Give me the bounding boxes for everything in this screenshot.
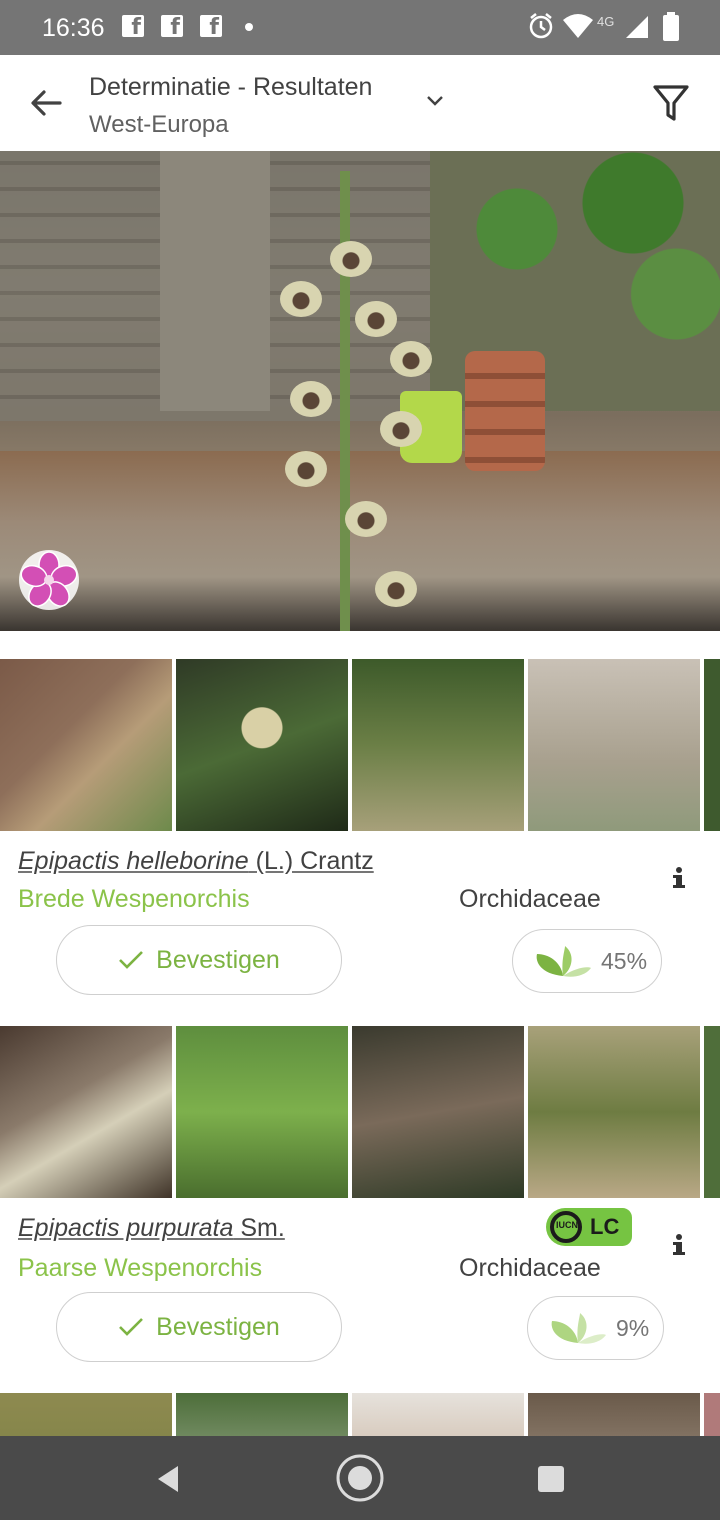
nav-back-icon[interactable] <box>154 1464 182 1494</box>
match-score-badge[interactable]: 45% <box>512 929 663 993</box>
confirm-button[interactable]: Bevestigen <box>56 1292 342 1362</box>
check-icon <box>119 951 144 969</box>
more-notifications-icon <box>245 23 253 31</box>
species-thumbnail[interactable] <box>0 1393 172 1436</box>
flower-organ-icon[interactable] <box>18 549 80 611</box>
species-thumbnail[interactable] <box>528 1026 700 1198</box>
alarm-icon <box>529 13 553 39</box>
battery-icon <box>663 12 679 41</box>
leaf-score-icon <box>536 946 591 977</box>
thumbnail-strip[interactable] <box>0 1026 720 1198</box>
species-thumbnail[interactable] <box>704 1026 720 1198</box>
iucn-status-badge[interactable]: IUCN LC <box>546 1208 632 1246</box>
confirm-button[interactable]: Bevestigen <box>56 925 342 995</box>
system-nav-bar <box>0 1436 720 1520</box>
species-thumbnail[interactable] <box>352 1026 524 1198</box>
page-title[interactable]: Determinatie - Resultaten <box>89 73 372 102</box>
info-icon[interactable] <box>670 867 688 889</box>
species-thumbnail[interactable] <box>704 659 720 831</box>
arrow-back-icon[interactable] <box>26 83 66 123</box>
nav-home-icon[interactable] <box>335 1453 385 1503</box>
species-thumbnail[interactable] <box>176 1393 348 1436</box>
submitted-photo[interactable] <box>0 151 720 631</box>
species-thumbnail[interactable] <box>352 1393 524 1436</box>
species-thumbnail[interactable] <box>176 659 348 831</box>
result-card[interactable] <box>0 1393 720 1436</box>
species-thumbnail[interactable] <box>176 1026 348 1198</box>
network-type: 4G <box>597 14 615 29</box>
species-thumbnail[interactable] <box>528 1393 700 1436</box>
species-thumbnail[interactable] <box>0 1026 172 1198</box>
species-thumbnail[interactable] <box>704 1393 720 1436</box>
species-thumbnail[interactable] <box>0 659 172 831</box>
species-thumbnail[interactable] <box>528 659 700 831</box>
scientific-name-link[interactable]: Epipactis purpurata Sm. <box>18 1214 285 1243</box>
thumbnail-strip[interactable] <box>0 659 720 831</box>
info-icon[interactable] <box>670 1234 688 1256</box>
status-time: 16:36 <box>42 14 105 42</box>
family-name: Orchidaceae <box>459 885 601 913</box>
leaf-score-icon <box>551 1313 606 1344</box>
wifi-icon <box>563 14 593 38</box>
common-name: Paarse Wespenorchis <box>18 1254 263 1282</box>
scientific-name-link[interactable]: Epipactis helleborine (L.) Crantz <box>18 847 374 876</box>
nav-recents-icon[interactable] <box>537 1465 565 1493</box>
region-subtitle[interactable]: West-Europa <box>89 111 229 139</box>
facebook-notification-icon <box>122 15 144 40</box>
family-name: Orchidaceae <box>459 1254 601 1282</box>
app-bar: Determinatie - Resultaten West-Europa <box>0 55 720 151</box>
status-bar: 16:36 4G <box>0 0 720 55</box>
common-name: Brede Wespenorchis <box>18 885 250 913</box>
filter-icon[interactable] <box>652 83 690 123</box>
facebook-notification-icon <box>200 15 222 40</box>
match-score-badge[interactable]: 9% <box>527 1296 665 1360</box>
species-thumbnail[interactable] <box>352 659 524 831</box>
facebook-notification-icon <box>161 15 183 40</box>
check-icon <box>119 1318 144 1336</box>
signal-icon <box>626 16 648 38</box>
chevron-down-icon[interactable] <box>426 95 444 107</box>
